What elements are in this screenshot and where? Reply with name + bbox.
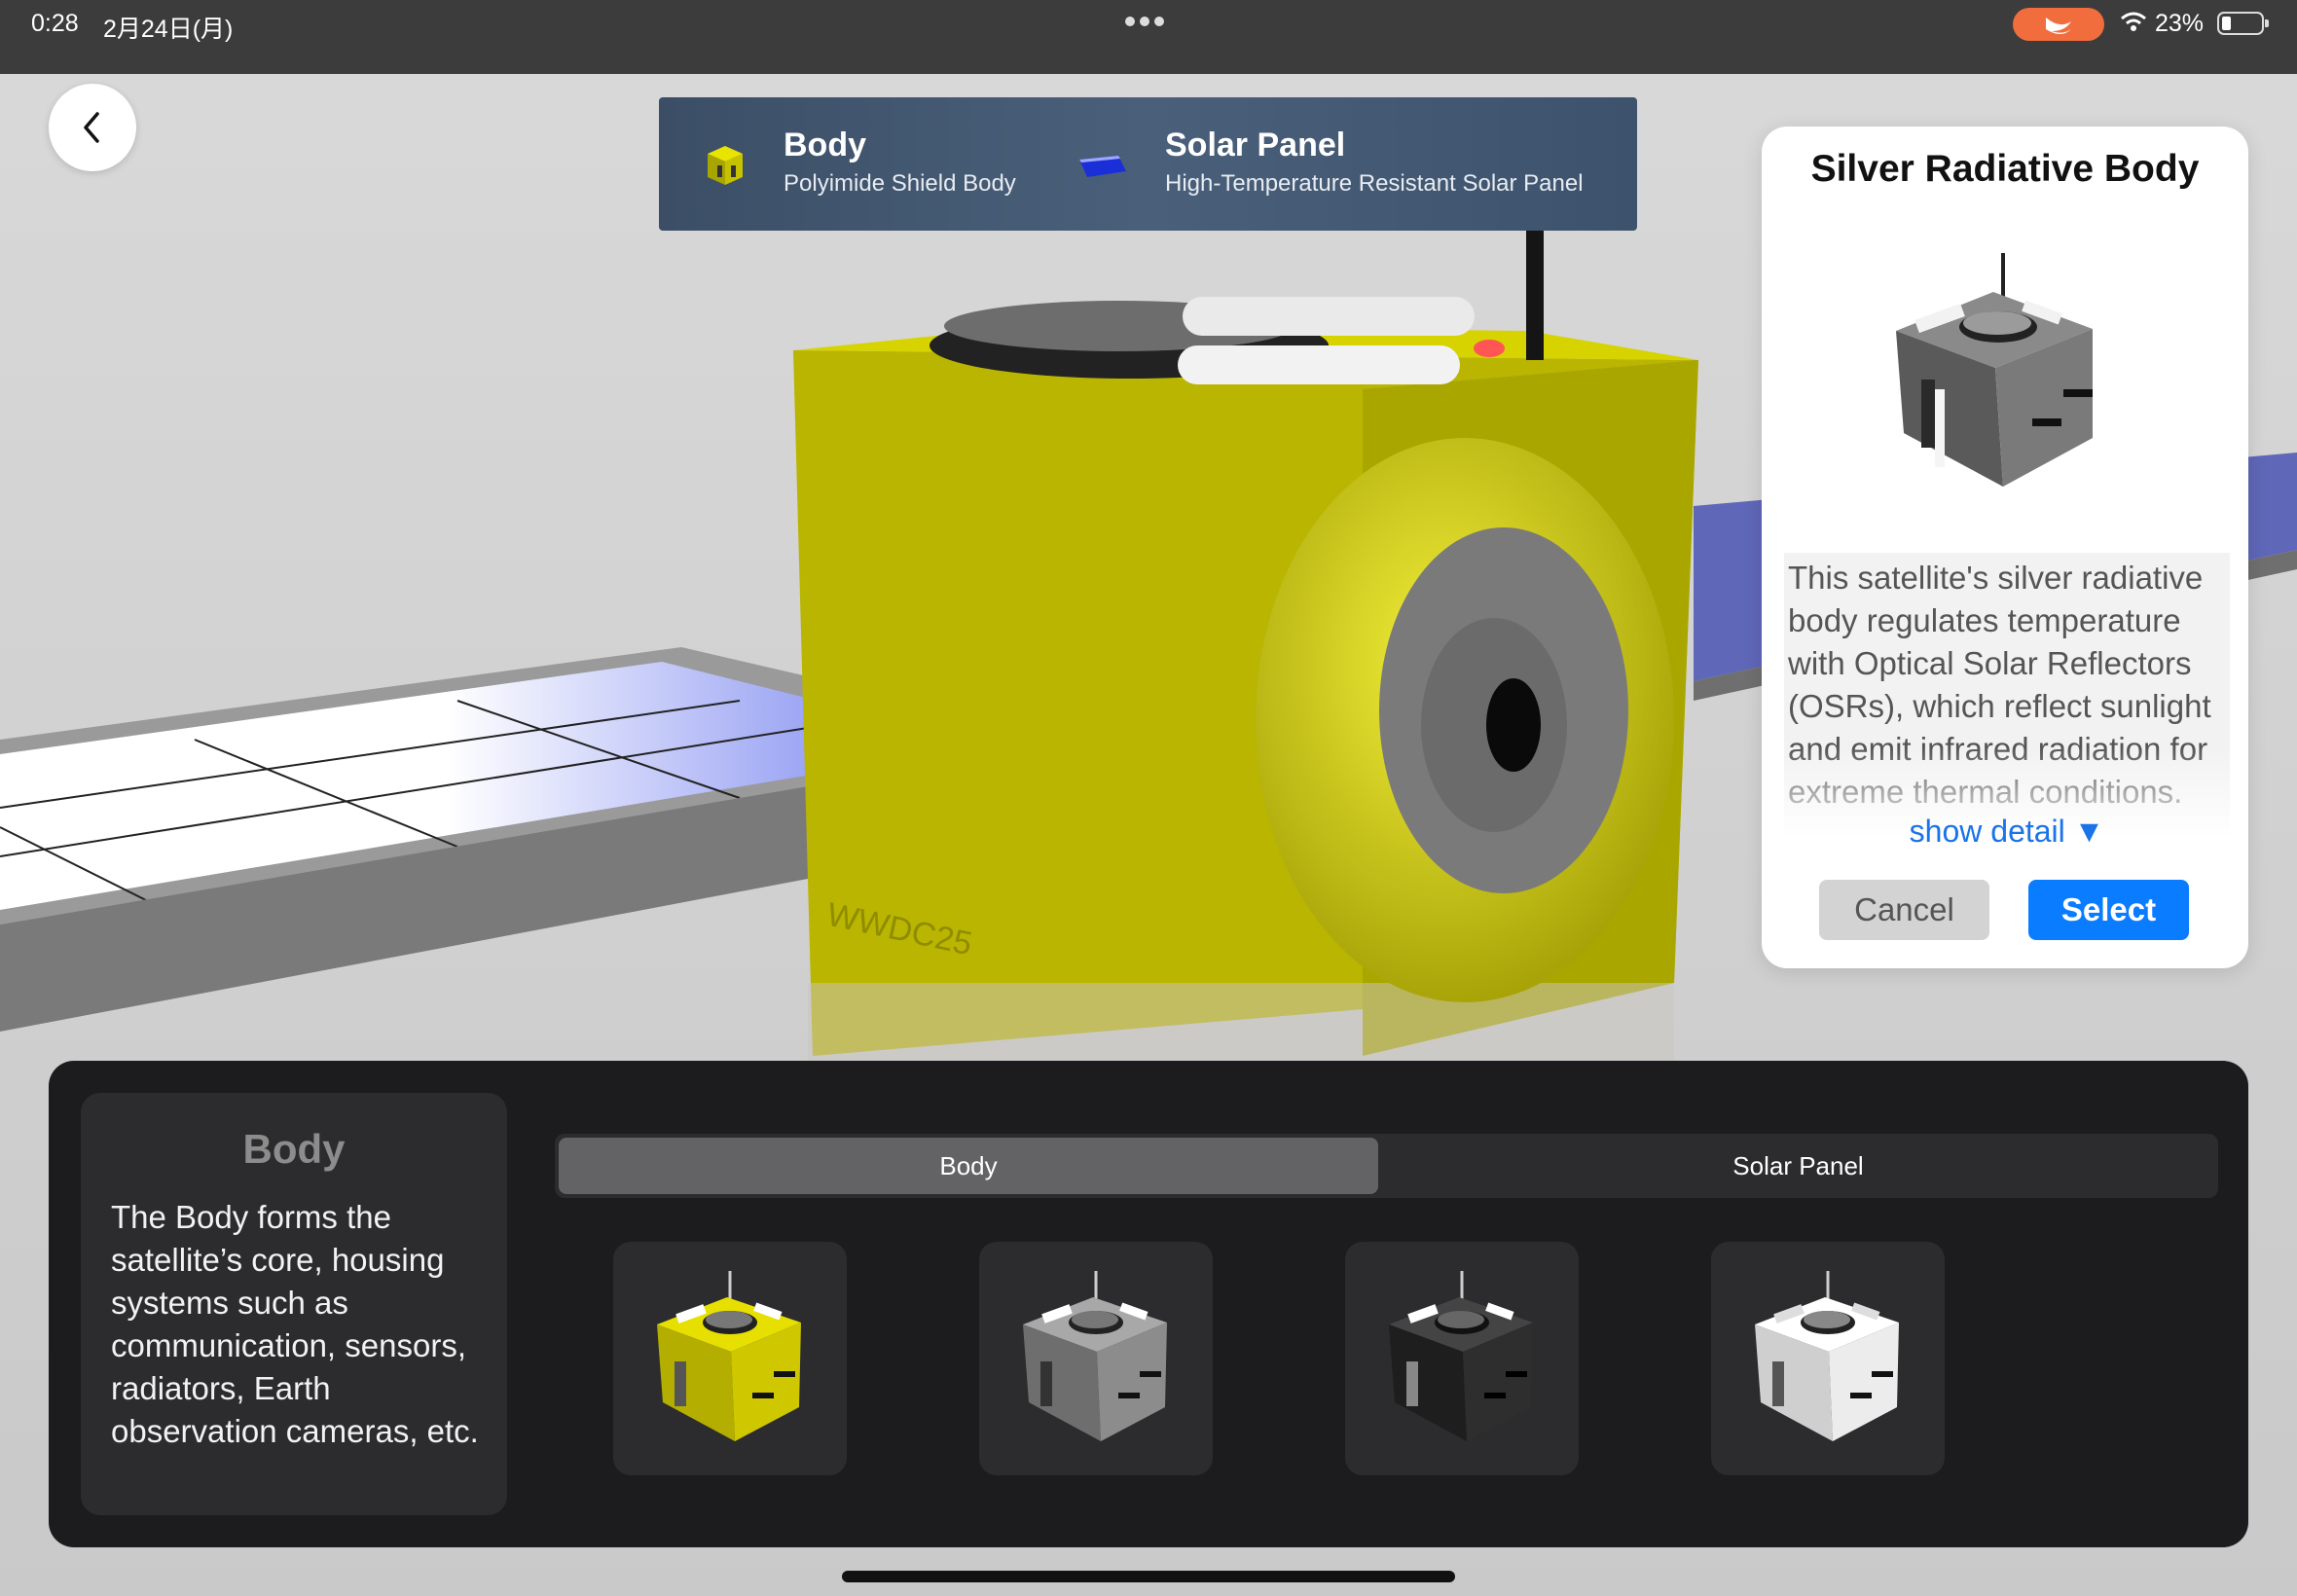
silver-body-preview-image — [1896, 253, 2093, 487]
part-info-description: The Body forms the satellite’s core, hou… — [111, 1199, 479, 1449]
part-type-segmented-control: Body Solar Panel — [555, 1134, 2218, 1198]
cancel-button[interactable]: Cancel — [1819, 880, 1989, 940]
selected-parts-banner: Body Polyimide Shield Body Solar Panel H… — [659, 97, 1637, 231]
status-bar: 0:28 2月24日(月) 23% — [0, 0, 2297, 74]
yellow-body-option[interactable] — [613, 1242, 847, 1475]
home-indicator[interactable] — [842, 1571, 1455, 1582]
part-info-box: Body The Body forms the satellite’s core… — [81, 1093, 507, 1515]
black-body-cube-icon — [1389, 1271, 1533, 1441]
yellow-cube-icon — [708, 146, 743, 185]
tab-body[interactable]: Body — [559, 1138, 1378, 1194]
silver-body-option[interactable] — [979, 1242, 1213, 1475]
detail-title: Silver Radiative Body — [1810, 148, 2200, 190]
yellow-body-cube-icon — [657, 1271, 801, 1441]
multitasking-dots-icon[interactable] — [1125, 14, 1172, 33]
black-body-option[interactable] — [1345, 1242, 1579, 1475]
status-time: 0:28 — [31, 10, 79, 37]
wifi-icon — [2120, 10, 2147, 35]
select-button[interactable]: Select — [2028, 880, 2189, 940]
battery-icon — [2217, 12, 2269, 35]
solar-panel-icon — [1079, 156, 1126, 177]
status-date: 2月24日(月) — [103, 16, 234, 43]
tab-solar-panel[interactable]: Solar Panel — [1382, 1138, 2214, 1194]
banner-part-subtitle: Polyimide Shield Body — [784, 170, 1016, 197]
white-body-cube-icon — [1755, 1271, 1899, 1441]
banner-part-body: Body Polyimide Shield Body — [784, 127, 1016, 198]
banner-part-title: Body — [784, 127, 866, 163]
banner-part-solar-panel: Solar Panel High-Temperature Resistant S… — [1165, 127, 1584, 198]
chevron-left-icon — [84, 112, 99, 143]
banner-part-subtitle: High-Temperature Resistant Solar Panel — [1165, 170, 1584, 197]
parts-selection-panel: Body The Body forms the satellite’s core… — [49, 1061, 2248, 1547]
part-info-title: Body — [242, 1126, 346, 1172]
back-button[interactable] — [49, 84, 136, 171]
swift-playground-badge-icon[interactable] — [2013, 8, 2104, 41]
battery-level-fill — [2222, 17, 2231, 30]
white-body-option[interactable] — [1711, 1242, 1945, 1475]
battery-percent: 23% — [2155, 10, 2205, 37]
show-detail-link[interactable]: show detail ▼ — [1784, 814, 2230, 850]
banner-part-title: Solar Panel — [1165, 127, 1346, 163]
silver-body-cube-icon — [1023, 1271, 1167, 1441]
part-detail-card: Silver Radiative Body This satellite's s… — [1762, 127, 2248, 968]
